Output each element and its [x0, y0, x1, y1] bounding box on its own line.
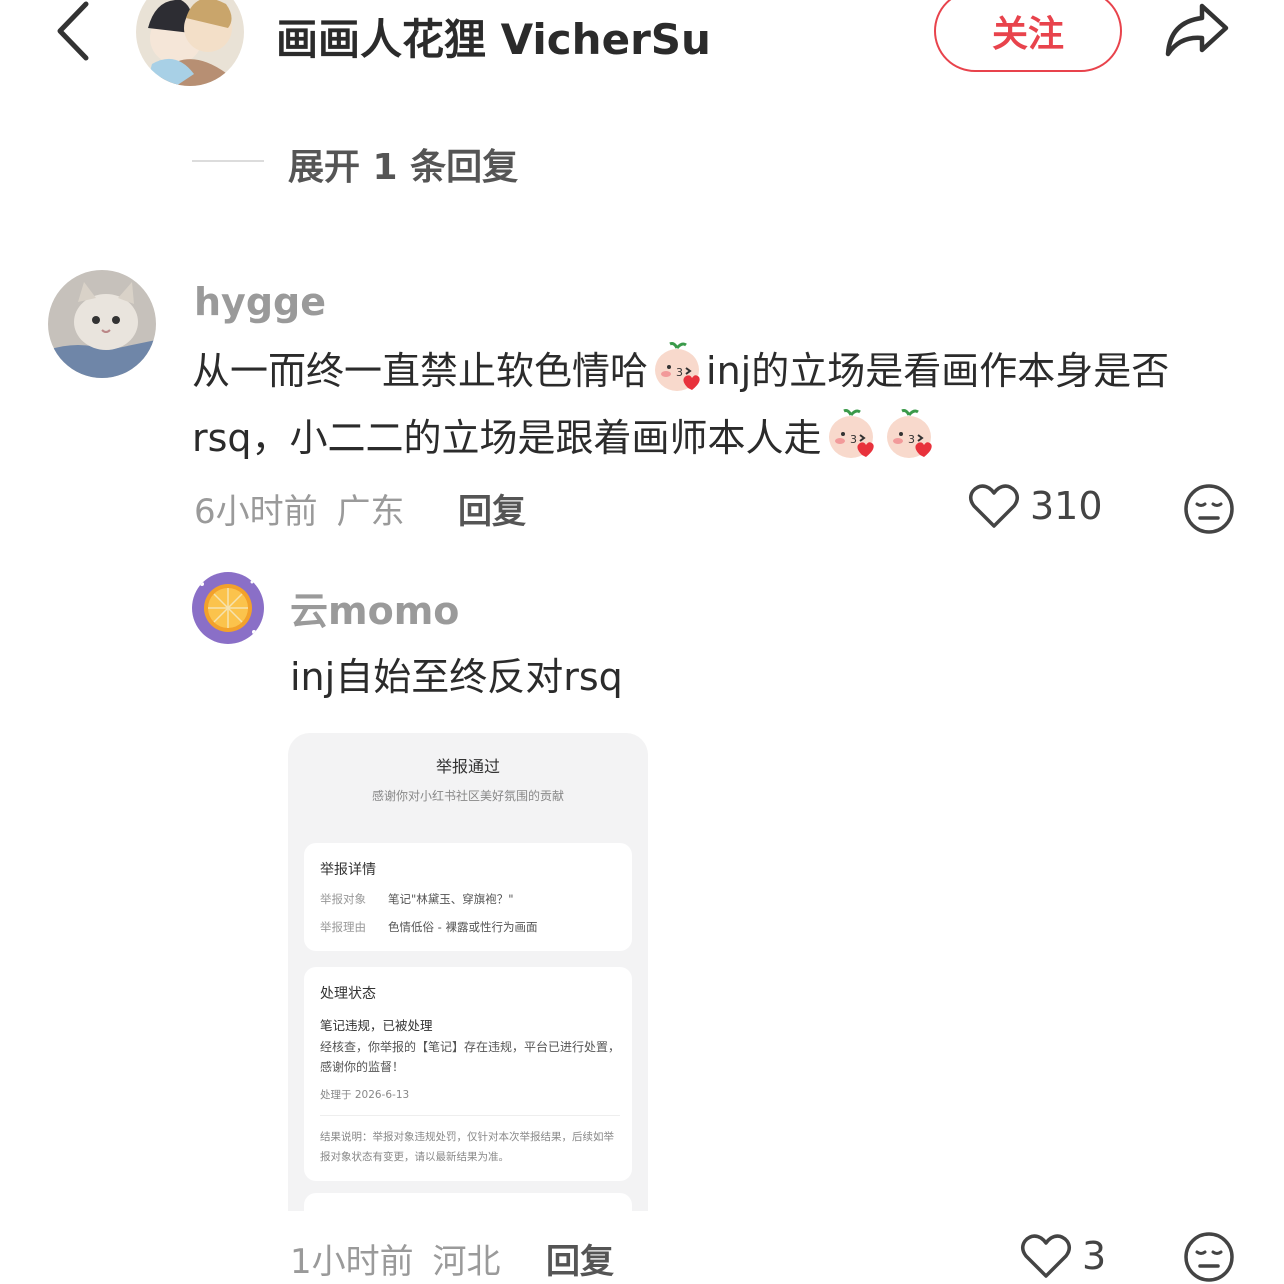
expand-divider [192, 160, 264, 162]
kiss-emoji-icon: 3 [882, 407, 936, 461]
heart-icon [1021, 1234, 1071, 1278]
like-count: 310 [1030, 484, 1103, 528]
report-status-line: 笔记违规，已被处理 [320, 1018, 433, 1033]
report-status-card: 处理状态 笔记违规，已被处理 经核查，你举报的【笔记】存在违规，平台已进行处置，… [304, 967, 632, 1181]
report-details-heading: 举报详情 [320, 862, 376, 878]
comment-location: 广东 [336, 492, 405, 532]
report-details-card: 举报详情 举报对象 笔记"林黛玉、穿旗袍？" 举报理由 色情低俗 - 裸露或性行为画… [304, 843, 632, 951]
reply-like-button[interactable]: 3 [1020, 1232, 1106, 1280]
reply-reply-button[interactable]: 回复 [546, 1234, 614, 1283]
reply-dislike-button[interactable] [1182, 1230, 1236, 1284]
reply-time: 1小时前 [290, 1242, 414, 1282]
reply-text: inj自始至终反对rsq [290, 655, 623, 699]
report-status-heading: 处理状态 [320, 986, 376, 1002]
report-processed-at: 处理于 2026-6-13 [320, 1089, 410, 1101]
share-button[interactable] [1162, 0, 1232, 60]
top-bar: 画画人花狸 VicherSu 关注 [0, 0, 1284, 90]
author-avatar[interactable] [136, 0, 244, 86]
like-button[interactable]: 310 [968, 482, 1103, 530]
report-status-desc: 经核查，你举报的【笔记】存在违规，平台已进行处置，感谢你的监督！ [320, 1040, 621, 1074]
comment-text-part1: 从一而终一直禁止软色情哈 [192, 349, 649, 393]
reply-location: 河北 [432, 1242, 501, 1282]
reply-button[interactable]: 回复 [458, 484, 526, 533]
back-button[interactable] [52, 0, 102, 64]
author-name[interactable]: 画画人花狸 VicherSu [276, 6, 711, 67]
svg-text:3: 3 [850, 433, 857, 446]
svg-text:3: 3 [908, 433, 915, 446]
report-target-row: 举报对象 笔记"林黛玉、穿旗袍？" [320, 892, 514, 906]
report-next-card [304, 1193, 632, 1211]
comment-time: 6小时前 [194, 492, 318, 532]
comment-meta: 6小时前 广东 [194, 484, 404, 533]
kiss-emoji-icon: 3 [650, 340, 704, 394]
report-subtitle: 感谢你对小红书社区美好氛围的贡献 [371, 789, 564, 803]
reply-meta: 1小时前 河北 [290, 1234, 500, 1283]
reply-username[interactable]: 云momo [290, 580, 459, 635]
chevron-left-icon [57, 1, 89, 61]
reply-avatar[interactable] [192, 572, 264, 644]
expand-replies-link[interactable]: 展开 1 条回复 [288, 138, 518, 190]
share-icon [1165, 3, 1229, 57]
follow-button[interactable]: 关注 [934, 0, 1122, 72]
dislike-button[interactable] [1182, 482, 1236, 536]
report-result-note: 结果说明：举报对象违规处罚，仅针对本次举报结果，后续如举报对象状态有变更，请以最… [320, 1131, 614, 1163]
svg-text:3: 3 [676, 366, 683, 379]
neutral-face-icon [1184, 484, 1234, 534]
comment-username[interactable]: hygge [194, 280, 326, 324]
neutral-face-icon [1184, 1232, 1234, 1282]
heart-icon [969, 484, 1019, 528]
report-reason-row: 举报理由 色情低俗 - 裸露或性行为画面 [320, 920, 538, 934]
commenter-avatar[interactable] [48, 270, 156, 378]
kiss-emoji-icon: 3 [824, 407, 878, 461]
report-title: 举报通过 [435, 757, 500, 776]
card-divider [320, 1115, 620, 1116]
comment-text: 从一而终一直禁止软色情哈 3 inj的立场是看画作本身是否rsq，小二二的立场是跟着… [192, 338, 1242, 472]
reply-like-count: 3 [1082, 1234, 1107, 1278]
report-screenshot-image[interactable]: 举报通过 感谢你对小红书社区美好氛围的贡献 举报详情 举报对象 笔记"林黛玉、穿旗… [288, 733, 648, 1211]
